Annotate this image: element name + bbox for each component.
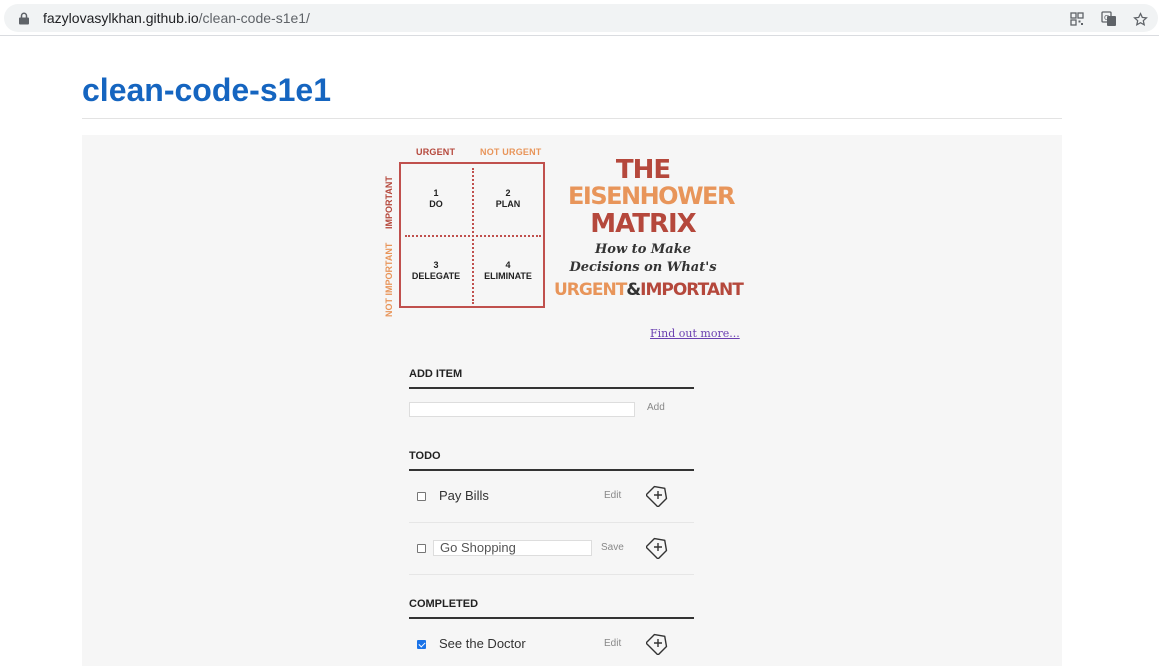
matrix-subtitle-line1: How to Make — [595, 242, 691, 257]
translate-icon[interactable]: G — [1100, 10, 1118, 28]
bookmark-star-icon[interactable] — [1131, 10, 1149, 28]
cell-number: 4 — [505, 260, 511, 270]
matrix-subtitle-urgent: URGENT — [554, 280, 627, 300]
address-bar[interactable]: fazylovasylkhan.github.io/clean-code-s1e… — [4, 4, 1158, 32]
cell-label: DO — [429, 199, 443, 209]
page-title: clean-code-s1e1 — [82, 72, 332, 108]
task-checkbox[interactable] — [417, 544, 426, 553]
completed-heading: COMPLETED — [409, 593, 694, 619]
cell-label: ELIMINATE — [484, 271, 532, 281]
matrix-title-eisenhower: EISENHOWER — [568, 182, 735, 210]
matrix-grid: 1 DO 2 PLAN 3 DELEGATE 4 ELIMINATE — [399, 162, 545, 308]
lock-icon[interactable] — [18, 12, 30, 25]
add-item-row: Add — [409, 389, 694, 445]
todo-item-pay-bills: Pay Bills Edit — [409, 471, 694, 523]
task-checkbox-checked[interactable] — [417, 640, 426, 649]
cell-number: 3 — [433, 260, 439, 270]
main-content: URGENT NOT URGENT IMPORTANT NOT IMPORTAN… — [82, 135, 1062, 666]
matrix-cell-delegate: 3 DELEGATE — [401, 260, 471, 282]
title-divider — [82, 118, 1062, 119]
new-task-input[interactable] — [409, 402, 635, 417]
url-host: fazylovasylkhan.github.io — [43, 10, 199, 26]
matrix-title-the: THE — [615, 155, 671, 185]
url-path: /clean-code-s1e1/ — [198, 10, 310, 26]
cell-number: 1 — [433, 188, 439, 198]
qr-code-icon[interactable] — [1068, 10, 1086, 28]
add-item-heading: ADD ITEM — [409, 363, 694, 389]
browser-toolbar: fazylovasylkhan.github.io/clean-code-s1e… — [0, 0, 1159, 36]
find-out-more-link[interactable]: Find out more... — [650, 327, 740, 340]
task-label: Pay Bills — [439, 488, 489, 503]
save-button[interactable]: Save — [601, 542, 624, 553]
completed-item-see-the-doctor: See the Doctor Edit — [409, 619, 694, 671]
matrix-title-matrix: MATRIX — [590, 209, 696, 239]
task-edit-input[interactable]: Go Shopping — [433, 540, 592, 556]
matrix-subtitle-line3: URGENT&IMPORTANT — [554, 280, 744, 300]
matrix-row-important: IMPORTANT — [384, 176, 394, 229]
cell-label: PLAN — [495, 199, 521, 209]
cell-label: DELEGATE — [411, 271, 461, 281]
delete-tag-icon[interactable] — [646, 631, 670, 655]
todo-app: ADD ITEM Add TODO Pay Bills Edit Go Shop… — [409, 363, 694, 671]
matrix-cell-plan: 2 PLAN — [473, 188, 543, 210]
url-text[interactable]: fazylovasylkhan.github.io/clean-code-s1e… — [43, 10, 310, 26]
svg-text:G: G — [1104, 14, 1109, 22]
todo-item-go-shopping: Go Shopping Save — [409, 523, 694, 575]
matrix-divider-horizontal — [405, 235, 541, 237]
matrix-row-not-important: NOT IMPORTANT — [384, 242, 394, 317]
delete-tag-icon[interactable] — [646, 535, 670, 559]
add-button[interactable]: Add — [647, 402, 665, 413]
eisenhower-matrix-image: URGENT NOT URGENT IMPORTANT NOT IMPORTAN… — [382, 145, 744, 340]
task-label: See the Doctor — [439, 636, 526, 651]
edit-button[interactable]: Edit — [604, 490, 621, 501]
matrix-cell-eliminate: 4 ELIMINATE — [473, 260, 543, 282]
matrix-subtitle-line2: Decisions on What's — [569, 260, 717, 275]
edit-button[interactable]: Edit — [604, 638, 621, 649]
delete-tag-icon[interactable] — [646, 483, 670, 507]
task-checkbox[interactable] — [417, 492, 426, 501]
matrix-col-urgent: URGENT — [416, 147, 456, 157]
cell-number: 2 — [505, 188, 511, 198]
matrix-subtitle-important: IMPORTANT — [640, 280, 744, 300]
todo-heading: TODO — [409, 445, 694, 471]
matrix-col-not-urgent: NOT URGENT — [480, 147, 542, 157]
matrix-subtitle-amp: & — [626, 280, 641, 300]
matrix-cell-do: 1 DO — [401, 188, 471, 210]
